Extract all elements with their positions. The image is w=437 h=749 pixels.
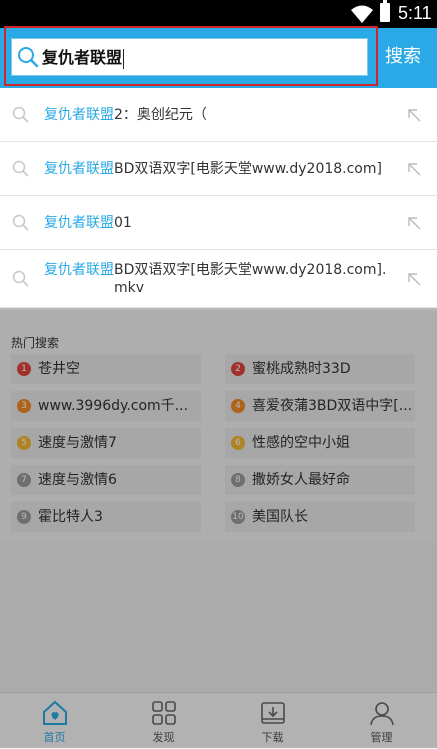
fill-arrow-icon[interactable]	[405, 160, 423, 178]
fill-arrow-icon[interactable]	[405, 106, 423, 124]
suggestion-text: 复仇者联盟 BD双语双字[电影天堂www.dy2018.com].mkv	[44, 262, 387, 296]
suggestion-item[interactable]: 复仇者联盟01	[0, 196, 437, 250]
fill-arrow-icon[interactable]	[405, 270, 423, 288]
status-bar: 5:11	[0, 0, 437, 28]
search-highlight-box	[4, 26, 378, 86]
status-time: 5:11	[398, 3, 432, 23]
search-button[interactable]: 搜索	[380, 38, 426, 76]
wifi-icon	[351, 5, 373, 23]
search-icon	[12, 106, 29, 123]
dim-overlay[interactable]	[0, 308, 437, 748]
search-icon	[12, 160, 29, 177]
battery-icon	[380, 0, 390, 22]
suggestion-list: 复仇者联盟2：奥创纪元（ 复仇者联盟BD双语双字[电影天堂www.dy2018.…	[0, 88, 437, 308]
suggestion-item[interactable]: 复仇者联盟BD双语双字[电影天堂www.dy2018.com]	[0, 142, 437, 196]
search-icon	[12, 214, 29, 231]
suggestion-item[interactable]: 复仇者联盟2：奥创纪元（	[0, 88, 437, 142]
suggestion-text: 复仇者联盟BD双语双字[电影天堂www.dy2018.com]	[44, 161, 382, 177]
suggestion-text: 复仇者联盟2：奥创纪元（	[44, 107, 207, 123]
suggestion-text: 复仇者联盟01	[44, 215, 132, 231]
fill-arrow-icon[interactable]	[405, 214, 423, 232]
suggestion-item[interactable]: 复仇者联盟 BD双语双字[电影天堂www.dy2018.com].mkv	[0, 250, 437, 308]
search-icon	[12, 270, 29, 287]
